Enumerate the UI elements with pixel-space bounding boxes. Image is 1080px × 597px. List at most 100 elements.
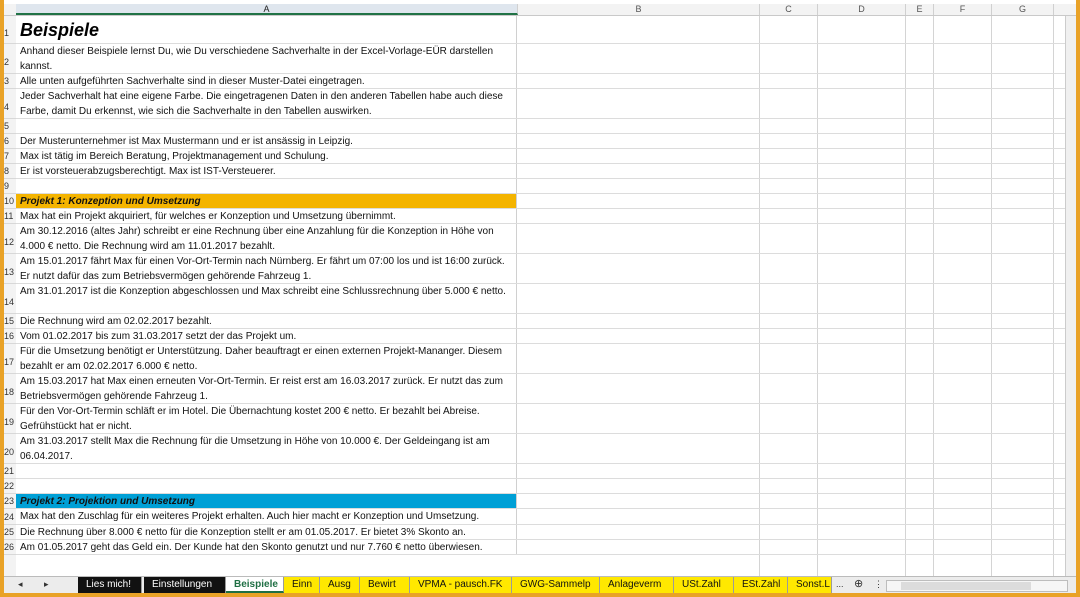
row-header[interactable]: 11: [4, 209, 16, 224]
sheet-tab-einn[interactable]: Einn: [284, 577, 320, 593]
cell-grid[interactable]: Beispiele Anhand dieser Beispiele lernst …: [16, 16, 1076, 576]
table-row: Max hat ein Projekt akquiriert, für welc…: [16, 209, 1076, 224]
spreadsheet-window: ABCDEFG 1 2 3 4 5 6 7 8 9 10 11 12 13 14 15 16 17 18 19 20 2…: [4, 0, 1076, 593]
column-header-b[interactable]: B: [518, 4, 760, 15]
table-row: Anhand dieser Beispiele lernst Du, wie D…: [16, 44, 1076, 74]
sheet-tab-beispiele[interactable]: Beispiele: [226, 577, 284, 593]
sheet-tab-sonst-l[interactable]: Sonst.L: [788, 577, 832, 593]
text-cell[interactable]: [16, 119, 517, 133]
column-header-g[interactable]: G: [992, 4, 1054, 15]
table-row: Am 15.03.2017 hat Max einen erneuten Vor…: [16, 374, 1076, 404]
column-header-bar: ABCDEFG: [4, 4, 1076, 16]
separator-icon: ⋮: [874, 579, 883, 589]
text-cell[interactable]: [16, 479, 517, 493]
row-header[interactable]: 22: [4, 479, 16, 494]
table-row: Max hat den Zuschlag für ein weiteres Pr…: [16, 509, 1076, 525]
text-cell[interactable]: Er ist vorsteuerabzugsberechtigt. Max is…: [16, 164, 517, 178]
text-cell[interactable]: Am 31.03.2017 stellt Max die Rechnung fü…: [16, 434, 517, 463]
text-cell[interactable]: [16, 464, 517, 478]
section-heading-cell[interactable]: Projekt 1: Konzeption und Umsetzung: [16, 194, 517, 208]
sheet-tab-ausg[interactable]: Ausg: [320, 577, 360, 593]
table-row: Der Musterunternehmer ist Max Mustermann…: [16, 134, 1076, 149]
text-cell[interactable]: Am 31.01.2017 ist die Konzeption abgesch…: [16, 284, 517, 313]
text-cell[interactable]: Max hat den Zuschlag für ein weiteres Pr…: [16, 509, 517, 524]
row-header[interactable]: 13: [4, 254, 16, 284]
row-header[interactable]: 5: [4, 119, 16, 134]
sheet-tab-vpma-pausch-fk[interactable]: VPMA - pausch.FK: [410, 577, 512, 593]
table-row: Projekt 1: Konzeption und Umsetzung: [16, 194, 1076, 209]
section-heading-cell[interactable]: Projekt 2: Projektion und Umsetzung: [16, 494, 517, 508]
table-row: Max ist tätig im Bereich Beratung, Proje…: [16, 149, 1076, 164]
table-row: Für die Umsetzung benötigt er Unterstütz…: [16, 344, 1076, 374]
text-cell[interactable]: Am 15.03.2017 hat Max einen erneuten Vor…: [16, 374, 517, 403]
table-row: Die Rechnung wird am 02.02.2017 bezahlt.: [16, 314, 1076, 329]
row-header[interactable]: 16: [4, 329, 16, 344]
table-row: Er ist vorsteuerabzugsberechtigt. Max is…: [16, 164, 1076, 179]
text-cell[interactable]: Für den Vor-Ort-Termin schläft er im Hot…: [16, 404, 517, 433]
row-header[interactable]: 21: [4, 464, 16, 479]
table-row: Am 15.01.2017 fährt Max für einen Vor-Or…: [16, 254, 1076, 284]
text-cell[interactable]: Vom 01.02.2017 bis zum 31.03.2017 setzt …: [16, 329, 517, 343]
row-header[interactable]: 20: [4, 434, 16, 464]
text-cell[interactable]: Am 30.12.2016 (altes Jahr) schreibt er e…: [16, 224, 517, 253]
text-cell[interactable]: Für die Umsetzung benötigt er Unterstütz…: [16, 344, 517, 373]
table-row: Am 31.01.2017 ist die Konzeption abgesch…: [16, 284, 1076, 314]
row-header[interactable]: 25: [4, 525, 16, 540]
more-tabs-icon[interactable]: ...: [836, 579, 844, 589]
text-cell[interactable]: Anhand dieser Beispiele lernst Du, wie D…: [16, 44, 517, 73]
sheet-tab-lies-mich[interactable]: Lies mich!: [78, 577, 142, 593]
row-header[interactable]: 10: [4, 194, 16, 209]
horizontal-scrollbar[interactable]: [886, 580, 1068, 592]
column-header-c[interactable]: C: [760, 4, 818, 15]
row-header-bar: 1 2 3 4 5 6 7 8 9 10 11 12 13 14 15 16 17 18 19 20 21 22 23 24 2…: [4, 16, 16, 576]
text-cell[interactable]: Am 01.05.2017 geht das Geld ein. Der Kun…: [16, 540, 517, 554]
text-cell[interactable]: Die Rechnung über 8.000 € netto für die …: [16, 525, 517, 539]
row-header[interactable]: 14: [4, 284, 16, 314]
text-cell[interactable]: Max hat ein Projekt akquiriert, für welc…: [16, 209, 517, 223]
row-header[interactable]: 15: [4, 314, 16, 329]
row-header[interactable]: 9: [4, 179, 16, 194]
sheet-tab-bar: ◂ ▸ Lies mich! Einstellungen Beispiele Einn…: [4, 576, 1076, 593]
row-header[interactable]: 8: [4, 164, 16, 179]
table-row: Projekt 2: Projektion und Umsetzung: [16, 494, 1076, 509]
sheet-tab-est-zahl[interactable]: ESt.Zahl: [734, 577, 788, 593]
sheet-tab-einstellungen[interactable]: Einstellungen: [144, 577, 226, 593]
horizontal-scroll-thumb[interactable]: [901, 582, 1031, 590]
sheet-title-cell[interactable]: Beispiele: [16, 16, 517, 43]
text-cell[interactable]: Alle unten aufgeführten Sachverhalte sin…: [16, 74, 517, 88]
sheet-tab-anlageverm[interactable]: Anlageverm: [600, 577, 674, 593]
row-header[interactable]: 4: [4, 89, 16, 119]
text-cell[interactable]: Am 15.01.2017 fährt Max für einen Vor-Or…: [16, 254, 517, 283]
row-header[interactable]: 2: [4, 44, 16, 74]
row-header[interactable]: 24: [4, 509, 16, 525]
column-header-f[interactable]: F: [934, 4, 992, 15]
sheet-tab-ust-zahl[interactable]: USt.Zahl: [674, 577, 734, 593]
row-header[interactable]: 1: [4, 16, 16, 44]
row-header[interactable]: 12: [4, 224, 16, 254]
row-header[interactable]: 6: [4, 134, 16, 149]
text-cell[interactable]: Der Musterunternehmer ist Max Mustermann…: [16, 134, 517, 148]
table-row: Am 01.05.2017 geht das Geld ein. Der Kun…: [16, 540, 1076, 555]
row-header[interactable]: 26: [4, 540, 16, 555]
row-header[interactable]: 7: [4, 149, 16, 164]
sheet-tab-gwg-sammelp[interactable]: GWG-Sammelp: [512, 577, 600, 593]
column-header-e[interactable]: E: [906, 4, 934, 15]
text-cell[interactable]: Max ist tätig im Bereich Beratung, Proje…: [16, 149, 517, 163]
vertical-scrollbar[interactable]: [1065, 16, 1076, 576]
tab-scroll-right-icon[interactable]: ▸: [44, 579, 49, 590]
row-header[interactable]: 18: [4, 374, 16, 404]
tab-scroll-left-icon[interactable]: ◂: [18, 579, 23, 590]
table-row: Jeder Sachverhalt hat eine eigene Farbe.…: [16, 89, 1076, 119]
sheet-tab-bewirt[interactable]: Bewirt: [360, 577, 410, 593]
column-header-d[interactable]: D: [818, 4, 906, 15]
text-cell[interactable]: Die Rechnung wird am 02.02.2017 bezahlt.: [16, 314, 517, 328]
text-cell[interactable]: Jeder Sachverhalt hat eine eigene Farbe.…: [16, 89, 517, 118]
table-row: Am 30.12.2016 (altes Jahr) schreibt er e…: [16, 224, 1076, 254]
row-header[interactable]: 3: [4, 74, 16, 89]
column-header-a[interactable]: A: [16, 4, 518, 15]
row-header[interactable]: 19: [4, 404, 16, 434]
add-sheet-icon[interactable]: ⊕: [854, 577, 863, 590]
text-cell[interactable]: [16, 179, 517, 193]
row-header[interactable]: 17: [4, 344, 16, 374]
row-header[interactable]: 23: [4, 494, 16, 509]
